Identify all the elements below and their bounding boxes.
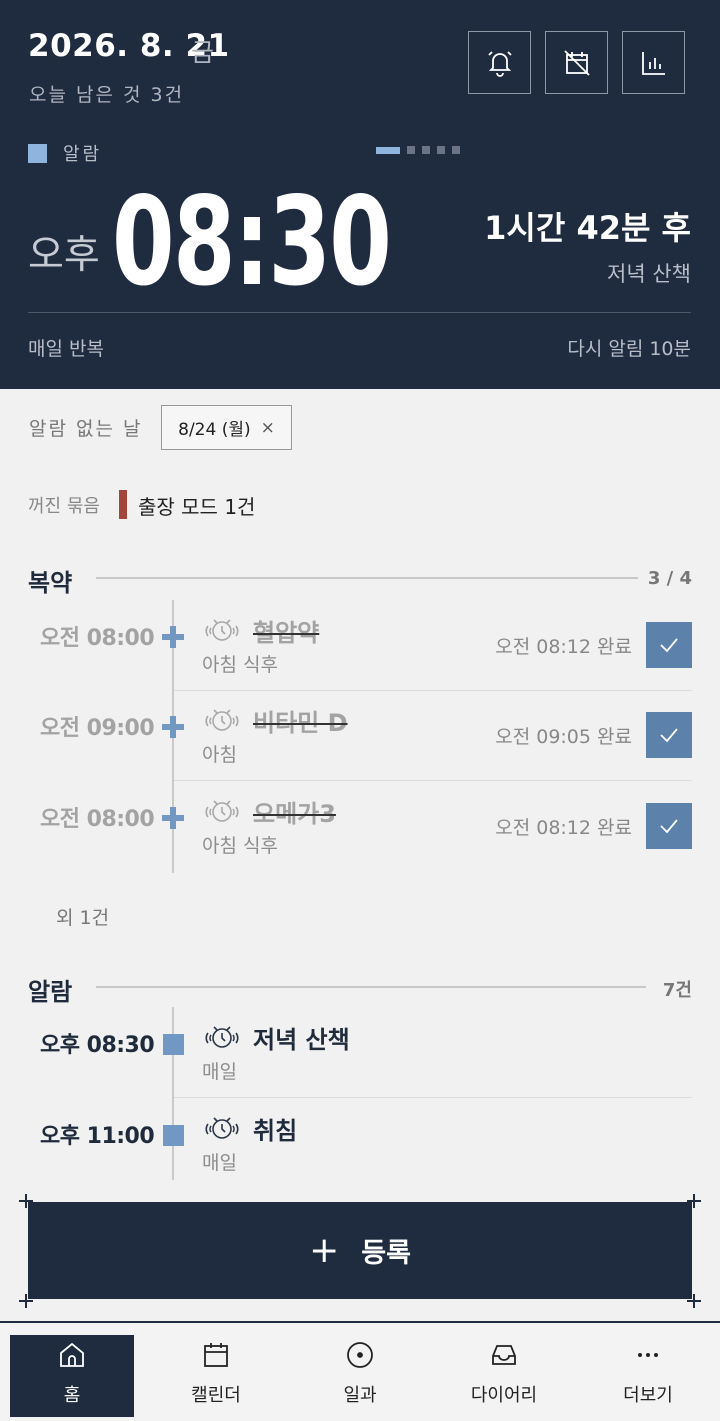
nav-label: 캘린더: [191, 1385, 241, 1406]
row-time: 오후 08:30: [40, 1033, 155, 1058]
row-time: 오전 08:00: [40, 626, 155, 651]
section-square: [28, 143, 47, 163]
nav-label: 일과: [343, 1385, 377, 1406]
row-sub: 매일: [202, 1152, 237, 1174]
page-dot: [437, 146, 445, 154]
row-sub: 아침 식후: [202, 654, 278, 676]
no-alarm-day-chip[interactable]: 8/24 (월) ×: [161, 405, 292, 450]
remaining-count: 오늘 남은 것 3건: [29, 84, 185, 106]
square-marker-icon: [163, 1034, 184, 1055]
row-sub: 매일: [202, 1061, 237, 1083]
bottom-navigation: 홈 캘린더 일과 다이어리 더보기: [0, 1321, 720, 1421]
nav-label: 홈: [63, 1385, 81, 1406]
alarm-row[interactable]: 오후 11:00 취침 매일: [0, 1098, 720, 1189]
row-time: 오전 08:00: [40, 807, 155, 832]
medicine-row[interactable]: 오전 08:00 오메가3 아침 식후 오전 08:12 완료: [0, 781, 720, 872]
nav-more[interactable]: 더보기: [586, 1335, 710, 1417]
row-name: 오메가3: [253, 800, 336, 828]
alarm-clock-icon: [205, 619, 239, 641]
weekday-text: 금: [191, 38, 215, 67]
header-divider: [28, 312, 691, 313]
routine-icon: [347, 1342, 373, 1368]
page-dot-active: [376, 146, 400, 154]
nav-diary[interactable]: 다이어리: [442, 1335, 566, 1417]
bell-icon: [487, 50, 512, 77]
plus-icon: +: [309, 1229, 340, 1271]
calendar-off-icon: [563, 49, 590, 76]
plus-marker-icon: [162, 716, 184, 738]
page-dot: [452, 146, 460, 154]
row-name: 취침: [253, 1117, 298, 1145]
more-icon: [638, 1353, 658, 1357]
calendar-off-button[interactable]: [545, 31, 608, 94]
calendar-icon: [204, 1343, 228, 1367]
row-status: 오전 08:12 완료: [495, 636, 632, 658]
inbox-icon: [492, 1345, 516, 1365]
off-group-label: 꺼진 묶음: [28, 496, 100, 517]
register-label: 등록: [361, 1238, 411, 1269]
done-checkbox[interactable]: [646, 803, 692, 849]
check-icon: [660, 819, 678, 834]
row-time: 오후 11:00: [40, 1124, 155, 1149]
stats-button[interactable]: [622, 31, 685, 94]
plus-marker-icon: [162, 807, 184, 829]
medicine-section-title: 복약: [28, 569, 73, 597]
row-name: 저녁 산책: [253, 1026, 350, 1054]
alarm-clock-icon: [205, 1117, 239, 1139]
row-status: 오전 09:05 완료: [495, 726, 632, 748]
square-marker-icon: [163, 1125, 184, 1146]
plus-marker-icon: [162, 626, 184, 648]
alarm-clock-icon: [205, 709, 239, 731]
register-button[interactable]: + 등록: [28, 1202, 692, 1299]
alarm-row[interactable]: 오후 08:30 저녁 산책 매일: [0, 1007, 720, 1098]
page-dot: [422, 146, 430, 154]
row-sub: 아침 식후: [202, 835, 278, 857]
done-checkbox[interactable]: [646, 622, 692, 668]
alarm-clock-icon: [205, 1026, 239, 1048]
row-status: 오전 08:12 완료: [495, 817, 632, 839]
chip-date: 8/24 (월): [178, 420, 251, 440]
next-alarm-countdown: 1시간 42분 후: [484, 209, 691, 247]
row-sub: 아침: [202, 744, 237, 766]
medicine-row[interactable]: 오전 08:00 혈압약 아침 식후 오전 08:12 완료: [0, 600, 720, 691]
next-alarm-snooze: 다시 알림 10분: [567, 338, 691, 360]
next-alarm-time[interactable]: 08:30: [112, 175, 392, 309]
home-icon: [60, 1342, 84, 1367]
alarm-clock-icon: [205, 800, 239, 822]
nav-label: 다이어리: [470, 1385, 538, 1406]
section-tag: 알람: [28, 140, 102, 166]
check-icon: [660, 638, 678, 653]
alarm-count: 7건: [662, 980, 692, 1001]
row-name: 비타민 D: [253, 709, 348, 737]
bar-chart-icon: [641, 51, 665, 75]
section-divider: [96, 577, 638, 579]
alarm-bell-button[interactable]: [468, 31, 531, 94]
next-alarm-repeat: 매일 반복: [28, 338, 104, 360]
page-dot: [407, 146, 415, 154]
check-icon: [660, 728, 678, 743]
section-divider: [96, 986, 646, 988]
no-alarm-day-label: 알람 없는 날: [29, 418, 143, 440]
medicine-count: 3 / 4: [647, 568, 692, 589]
row-name: 혈압약: [253, 619, 320, 647]
close-icon[interactable]: ×: [261, 418, 275, 438]
nav-label: 더보기: [623, 1385, 673, 1406]
nav-calendar[interactable]: 캘린더: [154, 1335, 278, 1417]
off-group-bar: [119, 490, 127, 519]
row-time: 오전 09:00: [40, 716, 155, 741]
medicine-row[interactable]: 오전 09:00 비타민 D 아침 오전 09:05 완료: [0, 690, 720, 781]
nav-routine[interactable]: 일과: [298, 1335, 422, 1417]
nav-home[interactable]: 홈: [10, 1335, 134, 1417]
done-checkbox[interactable]: [646, 712, 692, 758]
next-alarm-ampm: 오후: [28, 233, 100, 278]
alarm-section-title: 알람: [28, 978, 73, 1006]
off-group-value[interactable]: 출장 모드 1건: [138, 491, 255, 520]
page-indicator: [376, 146, 460, 154]
header: 2026. 8. 21 금 오늘 남은 것 3건 알람 오후 08:30 1시간…: [0, 0, 720, 389]
more-items-link[interactable]: 외 1건: [56, 903, 109, 930]
next-alarm-label: 저녁 산책: [607, 262, 691, 286]
section-label: 알람: [63, 144, 103, 165]
